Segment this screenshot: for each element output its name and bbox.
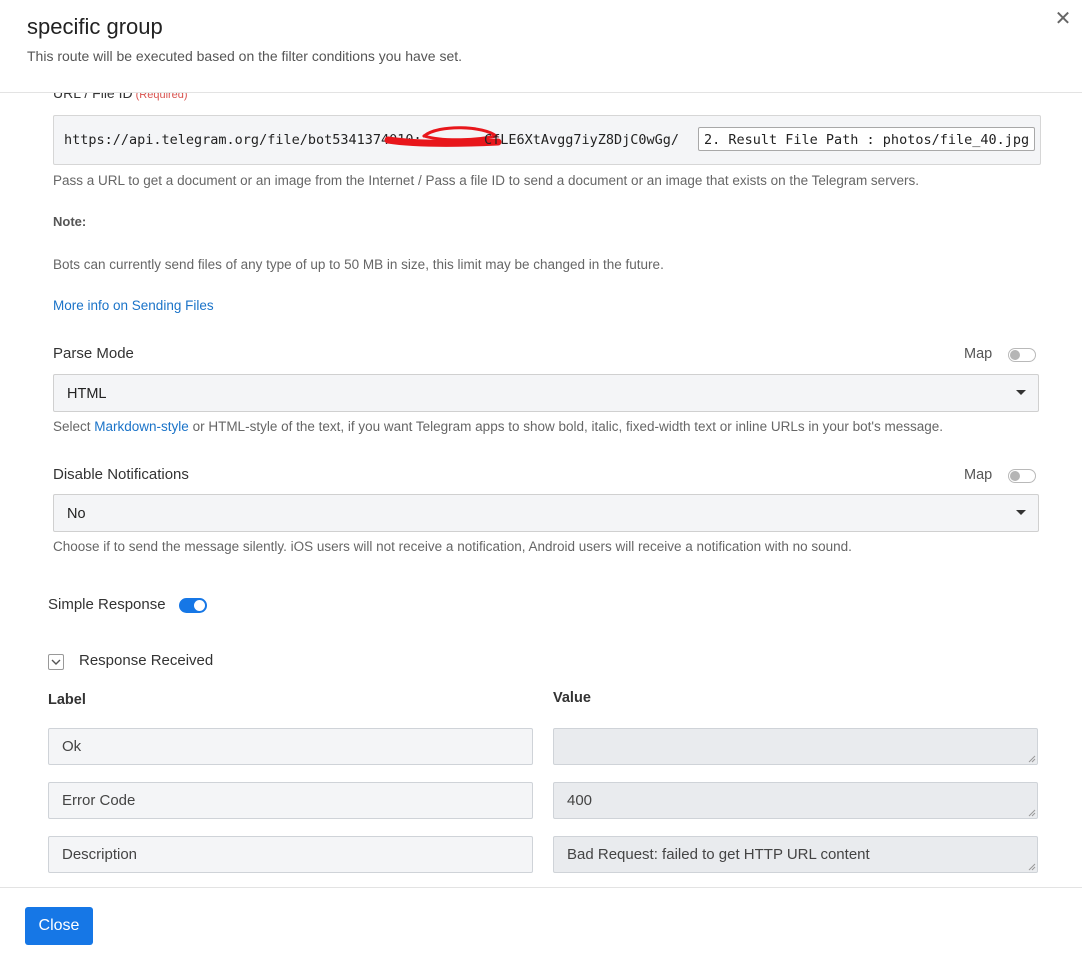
caret-down-icon [1016,390,1026,395]
switch-knob [194,600,205,611]
parse-mode-label: Parse Mode [53,345,134,362]
cell-text: Description [62,846,138,863]
parse-mode-help: Select Markdown-style or HTML-style of t… [53,419,943,434]
response-value-ok[interactable] [553,728,1038,765]
url-field-label: URL / File ID (Required) [53,93,188,101]
modal-header: specific group This route will be execut… [0,0,1082,93]
cell-text: Bad Request: failed to get HTTP URL cont… [567,846,870,863]
cell-text: Ok [62,738,82,755]
simple-response-label: Simple Response [48,596,166,613]
response-label-ok[interactable]: Ok [48,728,533,765]
url-field-label-text: URL / File ID [53,93,133,101]
disable-notifications-value: No [67,506,86,522]
label-column-header: Label [48,692,86,708]
parse-mode-value: HTML [67,386,107,402]
url-input[interactable]: https://api.telegram.org/file/bot5341374… [53,115,1041,165]
response-received-label: Response Received [79,652,214,669]
parse-mode-help-suffix: or HTML-style of the text, if you want T… [188,419,943,434]
url-suffix: CfLE6XtAvgg7iyZ8DjC0wGg/ [484,132,680,148]
disable-notifications-map-label: Map [964,467,993,483]
markdown-style-link[interactable]: Markdown-style [94,419,189,434]
response-value-description[interactable]: Bad Request: failed to get HTTP URL cont… [553,836,1038,873]
parse-mode-help-prefix: Select [53,419,95,434]
note-label: Note: [53,214,87,229]
parse-mode-map-toggle[interactable] [1008,348,1036,362]
parse-mode-map-label: Map [964,346,993,362]
caret-down-icon [1016,510,1026,515]
url-prefix: https://api.telegram.org/file/bot5341374… [64,132,422,148]
response-label-error-code[interactable]: Error Code [48,782,533,819]
modal-dialog: specific group This route will be execut… [0,0,1082,954]
close-icon[interactable]: ✕ [1052,8,1074,30]
modal-footer: Close [0,887,1082,954]
modal-body[interactable]: URL / File ID (Required) https://api.tele… [0,93,1082,887]
simple-response-switch[interactable] [179,598,207,613]
required-badge: (Required) [135,93,188,101]
url-help-text: Pass a URL to get a document or an image… [53,173,919,188]
modal-subtitle: This route will be executed based on the… [27,48,463,64]
disable-notifications-help: Choose if to send the message silently. … [53,539,852,554]
response-label-description[interactable]: Description [48,836,533,873]
resize-handle-icon[interactable] [1027,862,1036,871]
disable-notifications-map-toggle[interactable] [1008,469,1036,483]
cell-text: Error Code [62,792,136,809]
note-text: Bots can currently send files of any typ… [53,257,664,272]
mapped-token-file-path[interactable]: 2. Result File Path : photos/file_40.jpg [698,127,1036,151]
disable-notifications-label: Disable Notifications [53,466,189,483]
resize-handle-icon[interactable] [1027,808,1036,817]
sending-files-link-wrap: More info on Sending Files [53,298,214,313]
response-value-error-code[interactable]: 400 [553,782,1038,819]
toggle-knob [1010,350,1020,360]
modal-title: specific group [27,14,163,39]
more-info-link[interactable]: More info on Sending Files [53,298,214,313]
cell-text: 400 [567,792,593,809]
chevron-down-icon [51,659,61,665]
resize-handle-icon[interactable] [1027,754,1036,763]
toggle-knob [1010,471,1020,481]
response-collapse-toggle[interactable] [48,654,64,670]
disable-notifications-select[interactable]: No [53,494,1039,532]
parse-mode-select[interactable]: HTML [53,374,1039,412]
close-button[interactable]: Close [25,907,93,945]
value-column-header: Value [553,690,591,706]
